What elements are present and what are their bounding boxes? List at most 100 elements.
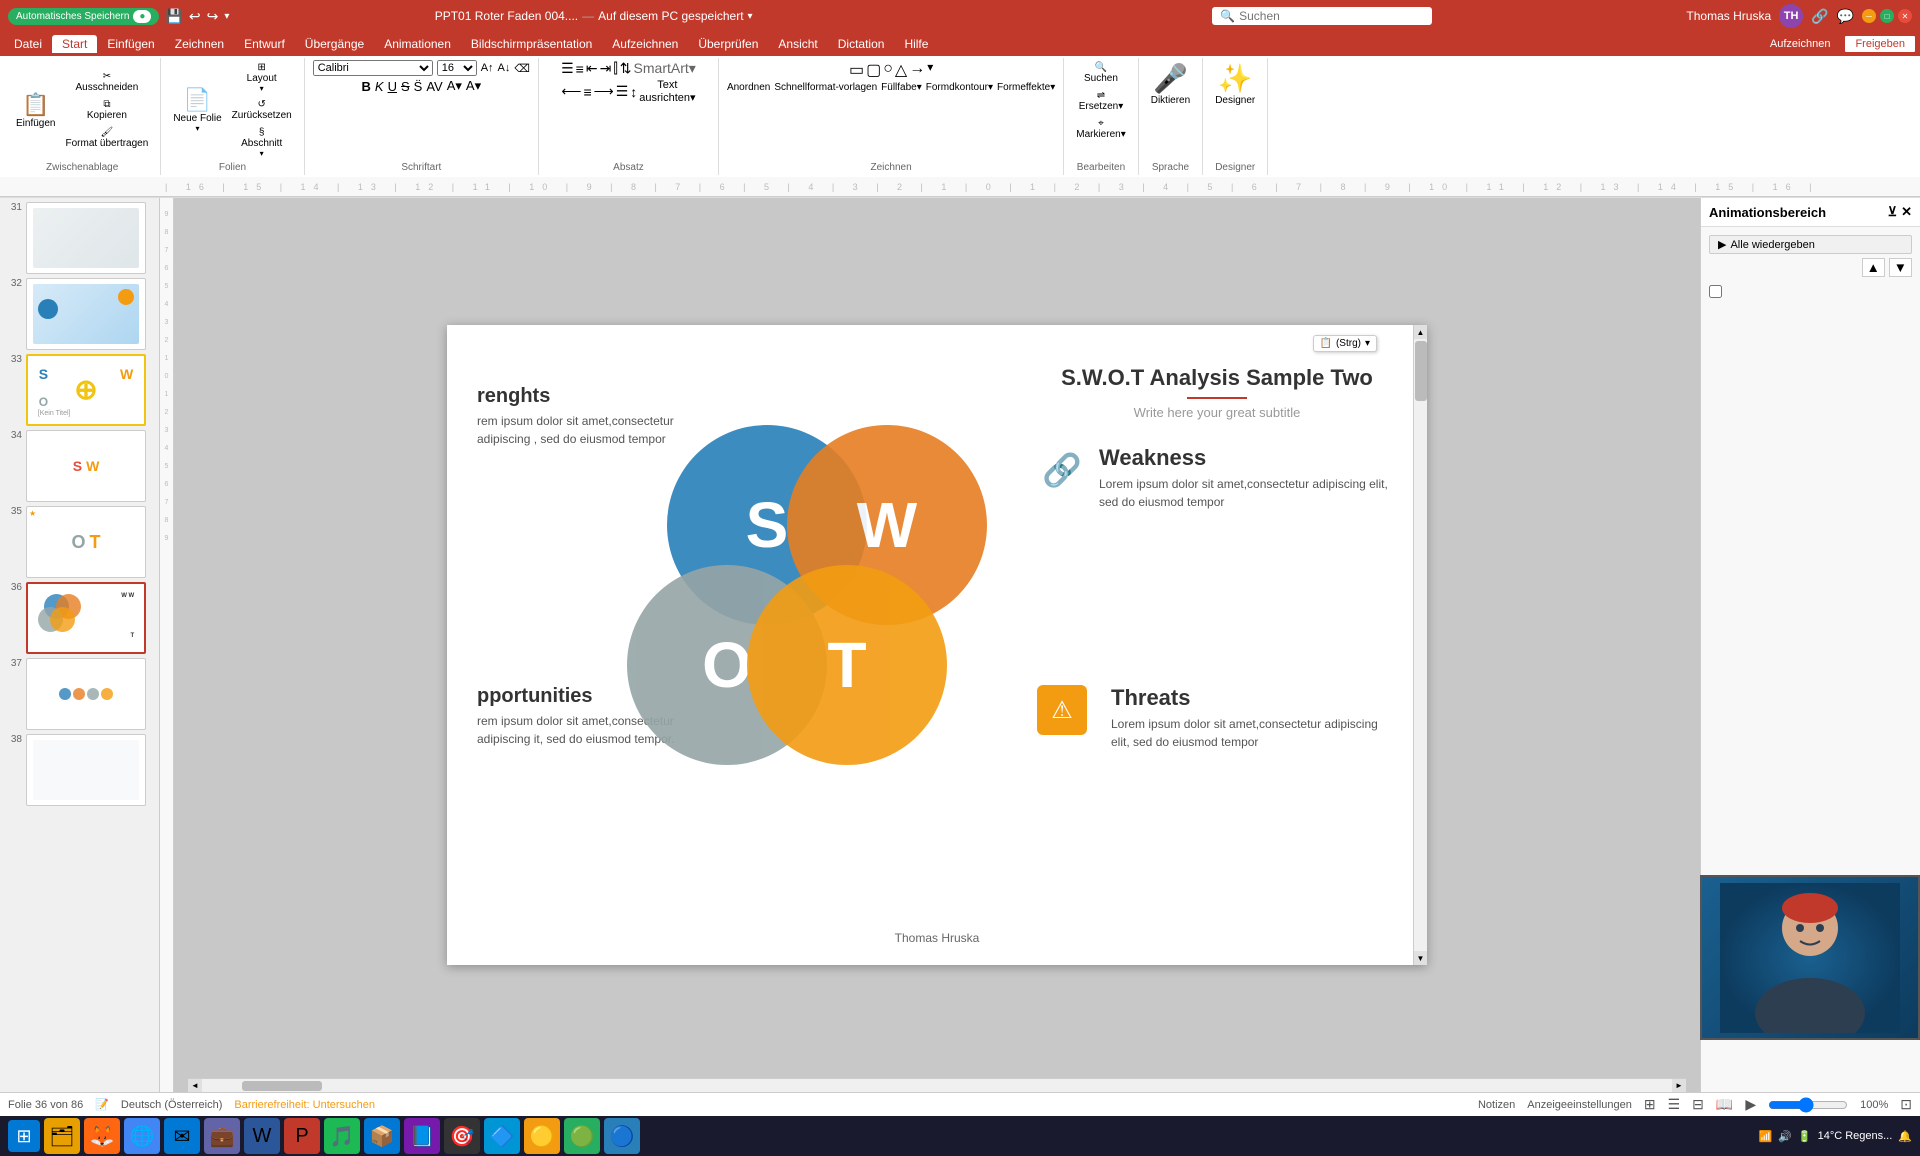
ctrl-arrow[interactable]: ▾ xyxy=(1365,338,1370,349)
autosave-toggle[interactable]: Automatisches Speichern ● xyxy=(8,8,159,25)
taskbar-music[interactable]: 🎵 xyxy=(324,1118,360,1154)
vscroll-down[interactable]: ▼ xyxy=(1414,951,1427,965)
outline-button[interactable]: Formdkontour▾ xyxy=(926,82,993,93)
select-button[interactable]: ⌖ Markieren▾ xyxy=(1072,116,1129,142)
comments-icon[interactable]: 💬 xyxy=(1837,8,1854,25)
start-button[interactable]: ⊞ xyxy=(8,1120,40,1152)
tab-animationen[interactable]: Animationen xyxy=(374,35,461,53)
close-panel-icon[interactable]: ✕ xyxy=(1901,204,1912,220)
indent-more-button[interactable]: ⇥ xyxy=(600,60,612,77)
tab-start[interactable]: Start xyxy=(52,35,97,53)
shape-triangle[interactable]: △ xyxy=(895,60,907,80)
tab-ueberpruefen[interactable]: Überprüfen xyxy=(688,35,768,53)
vscroll-up[interactable]: ▲ xyxy=(1414,325,1427,339)
comments-label[interactable]: Anzeigeeinstellungen xyxy=(1527,1099,1632,1111)
taskbar-battery[interactable]: 🔋 xyxy=(1798,1130,1812,1143)
tab-aufzeichnen[interactable]: Aufzeichnen xyxy=(602,35,688,53)
slide-thumb-35[interactable]: 35 O T ★ xyxy=(4,506,155,578)
tab-ansicht[interactable]: Ansicht xyxy=(768,35,827,53)
section-button[interactable]: § Abschnitt ▾ xyxy=(228,125,296,160)
vscroll-track[interactable] xyxy=(1414,339,1427,951)
designer-button[interactable]: ✨ Designer xyxy=(1211,60,1259,108)
maximize-button[interactable]: □ xyxy=(1880,9,1894,23)
quick-styles-button[interactable]: Schnellformat-vorlagen xyxy=(774,82,877,93)
slide-thumb-31[interactable]: 31 xyxy=(4,202,155,274)
slide-img-37[interactable] xyxy=(26,658,146,730)
slide-img-36[interactable]: W W T xyxy=(26,582,146,654)
slide-thumb-38[interactable]: 38 xyxy=(4,734,155,806)
minimize-button[interactable]: ─ xyxy=(1862,9,1876,23)
font-family-select[interactable]: Calibri xyxy=(313,60,433,76)
new-slide-button[interactable]: 📄 Neue Folie ▾ xyxy=(169,85,225,135)
taskbar-store[interactable]: 📦 xyxy=(364,1118,400,1154)
dictate-button[interactable]: 🎤 Diktieren xyxy=(1147,60,1194,108)
slide-thumb-37[interactable]: 37 xyxy=(4,658,155,730)
tab-dictation[interactable]: Dictation xyxy=(828,35,895,53)
zoom-slider[interactable] xyxy=(1768,1097,1848,1113)
slide-img-34[interactable]: S W xyxy=(26,430,146,502)
find-button[interactable]: 🔍 Suchen xyxy=(1072,60,1129,86)
taskbar-chrome[interactable]: 🌐 xyxy=(124,1118,160,1154)
tab-hilfe[interactable]: Hilfe xyxy=(894,35,938,53)
shape-rect[interactable]: ▭ xyxy=(849,60,864,80)
title-save-arrow[interactable]: ▾ xyxy=(748,11,753,22)
taskbar-volume[interactable]: 🔊 xyxy=(1778,1130,1792,1143)
slide-img-33[interactable]: ⊕ [Kein Titel] S W O xyxy=(26,354,146,426)
hscroll-thumb[interactable] xyxy=(242,1081,322,1091)
taskbar-teams[interactable]: 💼 xyxy=(204,1118,240,1154)
font-decrease-button[interactable]: A↓ xyxy=(498,62,511,74)
taskbar-app5[interactable]: 🔵 xyxy=(604,1118,640,1154)
taskbar-notification[interactable]: 🔔 xyxy=(1898,1130,1912,1143)
slide-thumb-34[interactable]: 34 S W xyxy=(4,430,155,502)
line-spacing-button[interactable]: ↕ xyxy=(630,79,637,104)
hscroll-track[interactable] xyxy=(202,1080,1672,1092)
taskbar-app1[interactable]: 🎯 xyxy=(444,1118,480,1154)
smartart-button[interactable]: SmartArt▾ xyxy=(634,60,696,77)
columns-button[interactable]: ⫿ xyxy=(613,60,617,77)
fit-page[interactable]: ⊡ xyxy=(1900,1096,1912,1113)
tab-einfuegen[interactable]: Einfügen xyxy=(97,35,164,53)
tab-uebergaenge[interactable]: Übergänge xyxy=(295,35,374,53)
reset-button[interactable]: ↺ Zurücksetzen xyxy=(228,97,296,123)
notes-label[interactable]: Notizen xyxy=(1478,1099,1515,1111)
expand-icon[interactable]: ⊻ xyxy=(1888,204,1898,220)
search-input[interactable] xyxy=(1239,9,1379,23)
fill-button[interactable]: Füllfabe▾ xyxy=(881,82,922,93)
taskbar-powerpoint[interactable]: P xyxy=(284,1118,320,1154)
vscroll-thumb[interactable] xyxy=(1415,341,1427,401)
hscroll-right[interactable]: ► xyxy=(1672,1079,1686,1093)
align-right-button[interactable]: ⟶ xyxy=(594,79,614,104)
taskbar-app4[interactable]: 🟢 xyxy=(564,1118,600,1154)
layout-button[interactable]: ⊞ Layout ▾ xyxy=(228,60,296,95)
shape-rounded[interactable]: ▢ xyxy=(866,60,881,80)
taskbar-app3[interactable]: 🟡 xyxy=(524,1118,560,1154)
slide-thumb-32[interactable]: 32 xyxy=(4,278,155,350)
effects-button[interactable]: Formeffekte▾ xyxy=(997,82,1055,93)
font-size-select[interactable]: 16 xyxy=(437,60,477,76)
underline-button[interactable]: U xyxy=(388,79,397,94)
slide-img-38[interactable] xyxy=(26,734,146,806)
shape-arrow[interactable]: → xyxy=(909,60,925,80)
shape-oval[interactable]: ○ xyxy=(883,60,893,80)
search-bar[interactable]: 🔍 xyxy=(1212,7,1432,25)
justify-button[interactable]: ☰ xyxy=(616,79,629,104)
slide-canvas[interactable]: renghts rem ipsum dolor sit amet,consect… xyxy=(447,325,1427,965)
save-icon[interactable]: 💾 xyxy=(165,8,182,25)
text-direction-button[interactable]: ⇅ xyxy=(620,60,632,77)
taskbar-firefox[interactable]: 🦊 xyxy=(84,1118,120,1154)
slide-thumb-33[interactable]: 33 ⊕ [Kein Titel] S W O xyxy=(4,354,155,426)
horizontal-scroll[interactable]: ◄ ► xyxy=(188,1078,1686,1092)
slide-img-32[interactable] xyxy=(26,278,146,350)
taskbar-word[interactable]: W xyxy=(244,1118,280,1154)
view-normal[interactable]: ⊞ xyxy=(1644,1096,1656,1113)
view-presenter[interactable]: ▶ xyxy=(1745,1096,1756,1113)
clear-format-button[interactable]: ⌫ xyxy=(514,62,530,75)
share-icon[interactable]: 🔗 xyxy=(1811,8,1828,25)
close-button[interactable]: ✕ xyxy=(1898,9,1912,23)
anim-checkbox[interactable] xyxy=(1709,285,1722,298)
bullets-button[interactable]: ☰ xyxy=(561,60,574,77)
ctrl-popup[interactable]: 📋 (Strg) ▾ xyxy=(1313,335,1377,352)
italic-button[interactable]: K xyxy=(375,79,384,94)
indent-less-button[interactable]: ⇤ xyxy=(586,60,598,77)
aufzeichnen-button[interactable]: Aufzeichnen xyxy=(1760,36,1841,52)
